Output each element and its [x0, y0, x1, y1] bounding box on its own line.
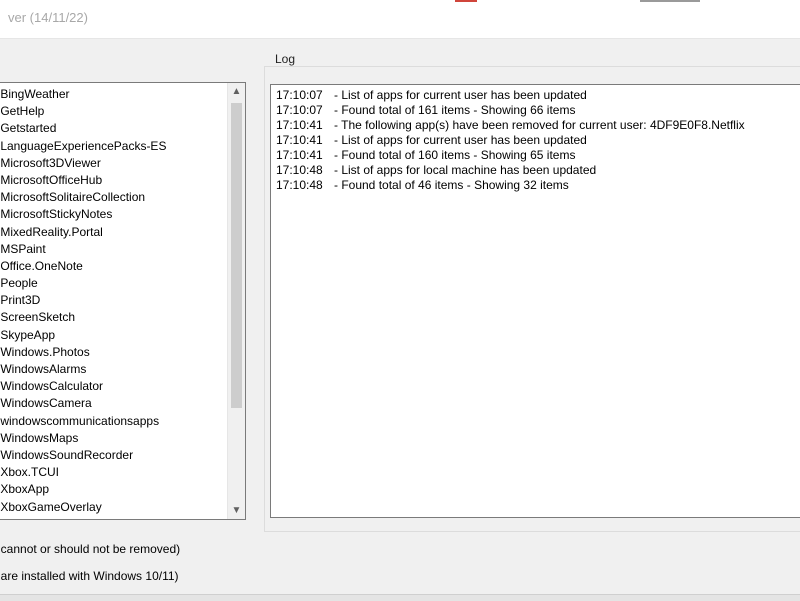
list-item[interactable]: .Windows.Photos: [0, 344, 245, 361]
list-item[interactable]: .MicrosoftSolitaireCollection: [0, 189, 245, 206]
title-bar-accent-gray: [640, 0, 700, 2]
list-item[interactable]: .Office.OneNote: [0, 258, 245, 275]
list-item[interactable]: .XboxGameOverlay: [0, 499, 245, 516]
log-time: 17:10:48: [276, 163, 323, 177]
log-group-label: Log: [272, 52, 299, 66]
list-item[interactable]: .WindowsCamera: [0, 395, 245, 412]
log-entry: 17:10:41 - Found total of 160 items - Sho…: [276, 148, 800, 163]
log-message: - List of apps for local machine has bee…: [334, 163, 597, 177]
legend-note-not-removable: t cannot or should not be removed): [0, 542, 181, 556]
list-item[interactable]: .MicrosoftStickyNotes: [0, 206, 245, 223]
app-listbox[interactable]: .BingWeather .GetHelp .Getstarted .Language…: [0, 82, 246, 520]
list-item[interactable]: .XboxApp: [0, 481, 245, 498]
list-item[interactable]: .GetHelp: [0, 103, 245, 120]
list-item[interactable]: .ScreenSketch: [0, 309, 245, 326]
scroll-down-icon[interactable]: ▼: [228, 502, 245, 519]
list-item[interactable]: .WindowsMaps: [0, 430, 245, 447]
log-message: - Found total of 161 items - Showing 66 …: [334, 103, 576, 117]
log-message: - Found total of 46 items - Showing 32 i…: [334, 178, 569, 192]
log-entry: 17:10:48 - Found total of 46 items - Show…: [276, 178, 800, 193]
list-item[interactable]: .Print3D: [0, 292, 245, 309]
log-entry: 17:10:41 - List of apps for current user …: [276, 133, 800, 148]
list-item[interactable]: .MicrosoftOfficeHub: [0, 172, 245, 189]
log-time: 17:10:41: [276, 118, 323, 132]
log-time: 17:10:41: [276, 133, 323, 147]
log-time: 17:10:48: [276, 178, 323, 192]
list-item[interactable]: .MixedReality.Portal: [0, 224, 245, 241]
list-item[interactable]: .WindowsSoundRecorder: [0, 447, 245, 464]
log-message: - The following app(s) have been removed…: [334, 118, 745, 132]
list-item[interactable]: .People: [0, 275, 245, 292]
app-list-scrollbar[interactable]: ▲ ▼: [227, 83, 245, 519]
log-list: 17:10:07 - List of apps for current user …: [271, 85, 800, 193]
scroll-up-icon[interactable]: ▲: [228, 83, 245, 100]
app-list: .BingWeather .GetHelp .Getstarted .Language…: [0, 83, 245, 516]
log-message: - List of apps for current user has been…: [334, 88, 587, 102]
window-title: ver (14/11/22): [8, 10, 88, 25]
log-entry: 17:10:41 - The following app(s) have been…: [276, 118, 800, 133]
list-item[interactable]: .LanguageExperiencePacks-ES: [0, 138, 245, 155]
log-message: - Found total of 160 items - Showing 65 …: [334, 148, 576, 162]
list-item[interactable]: .BingWeather: [0, 86, 245, 103]
list-item[interactable]: .windowscommunicationsapps: [0, 413, 245, 430]
log-textbox[interactable]: 17:10:07 - List of apps for current user …: [270, 84, 800, 518]
scroll-thumb[interactable]: [231, 103, 242, 408]
title-bar-accent-red: [455, 0, 477, 2]
log-entry: 17:10:48 - List of apps for local machine…: [276, 163, 800, 178]
log-message: - List of apps for current user has been…: [334, 133, 587, 147]
list-item[interactable]: .SkypeApp: [0, 327, 245, 344]
title-bar: ver (14/11/22): [0, 0, 800, 39]
log-time: 17:10:07: [276, 88, 323, 102]
list-item[interactable]: .WindowsAlarms: [0, 361, 245, 378]
log-time: 17:10:07: [276, 103, 323, 117]
list-item[interactable]: .WindowsCalculator: [0, 378, 245, 395]
list-item[interactable]: .Microsoft3DViewer: [0, 155, 245, 172]
log-time: 17:10:41: [276, 148, 323, 162]
list-item[interactable]: .Xbox.TCUI: [0, 464, 245, 481]
list-item[interactable]: .Getstarted: [0, 120, 245, 137]
log-entry: 17:10:07 - Found total of 161 items - Sho…: [276, 103, 800, 118]
log-entry: 17:10:07 - List of apps for current user …: [276, 88, 800, 103]
legend-note-installed-with-windows: t are installed with Windows 10/11): [0, 569, 179, 583]
list-item[interactable]: .MSPaint: [0, 241, 245, 258]
